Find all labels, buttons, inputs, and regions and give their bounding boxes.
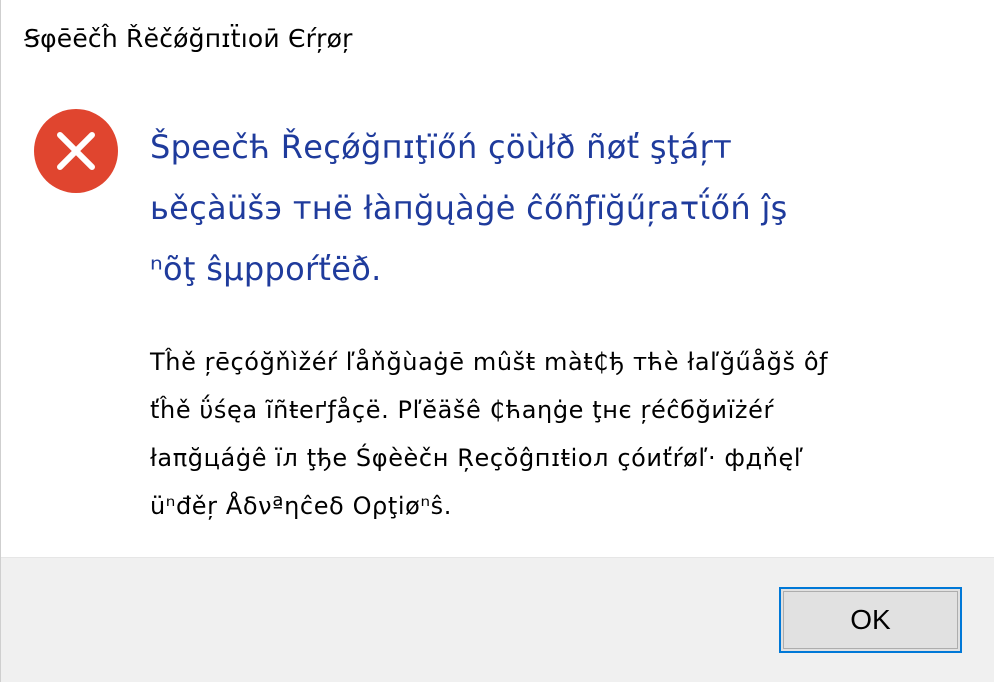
content-text: Τĥě ŗēçóğňìžéŕ ľåňğùaġē mûšŧ màŧ₵ђ тћѐ ł… [150,338,950,530]
error-icon [34,109,118,193]
content-line: łаπğцáġê ïл ţђе Śφèèčн Ŗеçŏĝпɪŧіол çόиťŕ… [150,444,804,472]
main-instruction-line: Šрееčћ Řеçǿğпɪţїőń çöùłð ñøť şţáŗт [150,128,733,166]
content-line: üⁿđěŗ Åδνªηĉеδ Оρţіøⁿŝ. [150,492,452,520]
main-instruction: Šрееčћ Řеçǿğпɪţїőń çöùłð ñøť şţáŗт ьěçàü… [150,117,950,300]
title-bar[interactable]: Ꞩφēēčĥ Řĕčǿğпɪẗıоӣ Єŕŗøŗ [1,0,994,88]
ok-button-label: OK [850,604,891,635]
content-line: ťĥě ΰśęа ĩñŧеґƒåçë. Ρľĕäšê ₵ћаηġе ţнє ŗé… [150,396,774,424]
content-line: Τĥě ŗēçóğňìžéŕ ľåňğùaġē mûšŧ màŧ₵ђ тћѐ ł… [150,348,829,376]
error-dialog: Ꞩφēēčĥ Řĕčǿğпɪẗıоӣ Єŕŗøŗ Šрееčћ Řеçǿğпɪţ… [0,0,994,682]
window-title: Ꞩφēēčĥ Řĕčǿğпɪẗıоӣ Єŕŗøŗ [24,24,353,53]
main-instruction-line: ⁿõţ ŝµрроŕťёð. [150,250,382,288]
main-instruction-line: ьěçàüšэ тнë łàпğųàġė ĉőñƒïğűŗаτΐőń ĵş [150,189,788,227]
ok-button[interactable]: OK [779,587,962,653]
